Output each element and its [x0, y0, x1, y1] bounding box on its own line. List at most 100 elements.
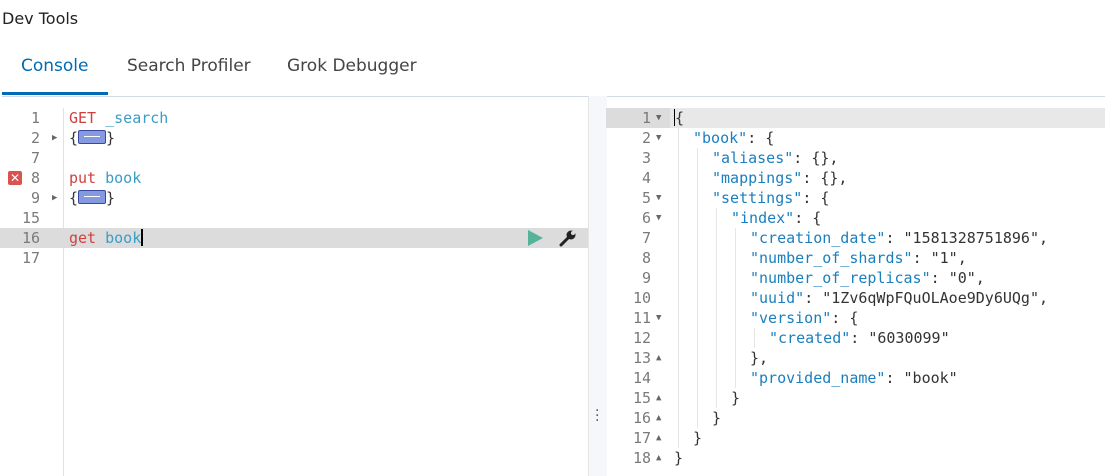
- output-line: 12 "created": "6030099": [606, 328, 1105, 348]
- request-method: put: [69, 169, 97, 187]
- request-path: book: [105, 169, 142, 187]
- output-line: 3 "aliases": {},: [606, 148, 1105, 168]
- open-brace: {: [69, 129, 79, 147]
- json-punct: :: [885, 369, 904, 387]
- editor-line[interactable]: 1 GET _search: [0, 108, 588, 128]
- json-punct: :: [850, 329, 869, 347]
- open-brace: {: [69, 189, 79, 207]
- json-brace: }: [693, 429, 703, 447]
- fold-arrow-up-icon[interactable]: ▲: [656, 448, 661, 468]
- request-method: GET: [69, 109, 97, 127]
- fold-arrow-collapsed-icon[interactable]: ▶: [52, 188, 57, 208]
- json-punct: : {: [747, 129, 775, 147]
- output-line: 9 "number_of_replicas": "0",: [606, 268, 1105, 288]
- output-line: 6 ▼ "index": {: [606, 208, 1105, 228]
- wrench-icon[interactable]: [557, 229, 579, 247]
- output-line: 5 ▼ "settings": {: [606, 188, 1105, 208]
- json-key: "book": [693, 129, 748, 147]
- json-value: "6030099": [868, 329, 950, 347]
- json-punct: : {: [802, 189, 830, 207]
- output-line: 2 ▼ "book": {: [606, 128, 1105, 148]
- output-line: 14 "provided_name": "book": [606, 368, 1105, 388]
- json-punct: : {: [831, 309, 859, 327]
- close-brace: }: [106, 189, 116, 207]
- request-method: get: [69, 229, 97, 247]
- resize-handle-icon[interactable]: · · ·: [595, 404, 599, 428]
- json-value: "0": [948, 269, 976, 287]
- request-editor[interactable]: 1 GET _search 2 ▶ {} 7 ✕ 8 put book 9 ▶ …: [0, 108, 588, 476]
- editor-line[interactable]: ✕ 8 put book: [0, 168, 588, 188]
- fold-arrow-up-icon[interactable]: ▲: [656, 408, 661, 428]
- line-number: 1: [641, 109, 651, 127]
- output-line: 8 "number_of_shards": "1",: [606, 248, 1105, 268]
- line-number: 12: [632, 329, 651, 347]
- json-value: "1Zv6qWpFQuOLAoe9Dy6UQg": [822, 289, 1039, 307]
- line-number: 1: [30, 109, 40, 127]
- line-number: 9: [641, 269, 651, 287]
- editor-line[interactable]: 9 ▶ {}: [0, 188, 588, 208]
- json-punct: :: [930, 269, 949, 287]
- json-key: "creation_date": [750, 229, 886, 247]
- fold-arrow-expanded-icon[interactable]: ▼: [656, 308, 661, 328]
- json-value: "book": [903, 369, 958, 387]
- folded-body-widget[interactable]: [78, 130, 107, 144]
- fold-arrow-expanded-icon[interactable]: ▼: [656, 108, 661, 128]
- line-number: 4: [641, 169, 651, 187]
- fold-arrow-up-icon[interactable]: ▲: [656, 428, 661, 448]
- output-line: 4 "mappings": {},: [606, 168, 1105, 188]
- editor-line-active[interactable]: 16 get book: [0, 228, 588, 248]
- line-number: 16: [632, 409, 651, 427]
- json-key: "number_of_replicas": [750, 269, 931, 287]
- line-number: 7: [30, 149, 40, 167]
- json-key: "uuid": [750, 289, 805, 307]
- editor-line[interactable]: 2 ▶ {}: [0, 128, 588, 148]
- fold-arrow-up-icon[interactable]: ▲: [656, 388, 661, 408]
- pane-resizer[interactable]: · · ·: [588, 96, 607, 476]
- fold-arrow-expanded-icon[interactable]: ▼: [656, 128, 661, 148]
- fold-arrow-up-icon[interactable]: ▲: [656, 348, 661, 368]
- output-line: 15 ▲ }: [606, 388, 1105, 408]
- output-line: 10 "uuid": "1Zv6qWpFQuOLAoe9Dy6UQg",: [606, 288, 1105, 308]
- json-value: "1581328751896": [903, 229, 1039, 247]
- line-number: 15: [21, 209, 40, 227]
- line-number: 8: [30, 169, 40, 187]
- app-title: Dev Tools: [2, 9, 79, 28]
- json-key: "mappings": [712, 169, 803, 187]
- editor-line[interactable]: 17: [0, 248, 588, 268]
- output-line: 18 ▲ }: [606, 448, 1105, 468]
- tab-grok-debugger[interactable]: Grok Debugger: [287, 56, 417, 76]
- json-punct: :: [912, 249, 931, 267]
- json-key: "aliases": [712, 149, 794, 167]
- json-punct: : {: [794, 209, 822, 227]
- line-number: 13: [632, 349, 651, 367]
- line-number: 10: [632, 289, 651, 307]
- close-brace: }: [106, 129, 116, 147]
- json-punct: :: [804, 289, 823, 307]
- json-key: "index": [731, 209, 795, 227]
- line-number: 2: [641, 129, 651, 147]
- fold-arrow-expanded-icon[interactable]: ▼: [656, 188, 661, 208]
- request-path: _search: [105, 109, 169, 127]
- response-output[interactable]: 1 ▼ { 2 ▼ "book": { 3 "aliases": {}, 4 "…: [606, 108, 1105, 476]
- fold-arrow-expanded-icon[interactable]: ▼: [656, 208, 661, 228]
- output-line: 7 "creation_date": "1581328751896",: [606, 228, 1105, 248]
- tab-search-profiler[interactable]: Search Profiler: [127, 56, 251, 76]
- tab-bar: Console Search Profiler Grok Debugger: [2, 44, 430, 97]
- json-brace: }: [712, 409, 722, 427]
- editor-line[interactable]: 7: [0, 148, 588, 168]
- json-punct: :: [885, 229, 904, 247]
- tab-console[interactable]: Console: [21, 56, 89, 76]
- json-brace: }: [731, 389, 741, 407]
- json-punct: ,: [975, 269, 985, 287]
- request-path: book: [105, 229, 142, 247]
- play-icon[interactable]: [528, 230, 543, 246]
- fold-arrow-collapsed-icon[interactable]: ▶: [52, 128, 57, 148]
- json-key: "number_of_shards": [750, 249, 913, 267]
- folded-body-widget[interactable]: [78, 190, 107, 204]
- line-number: 5: [641, 189, 651, 207]
- json-punct: : {},: [793, 149, 839, 167]
- line-number: 9: [30, 189, 40, 207]
- editor-line[interactable]: 15: [0, 208, 588, 228]
- output-line: 17 ▲ }: [606, 428, 1105, 448]
- json-key: "version": [750, 309, 832, 327]
